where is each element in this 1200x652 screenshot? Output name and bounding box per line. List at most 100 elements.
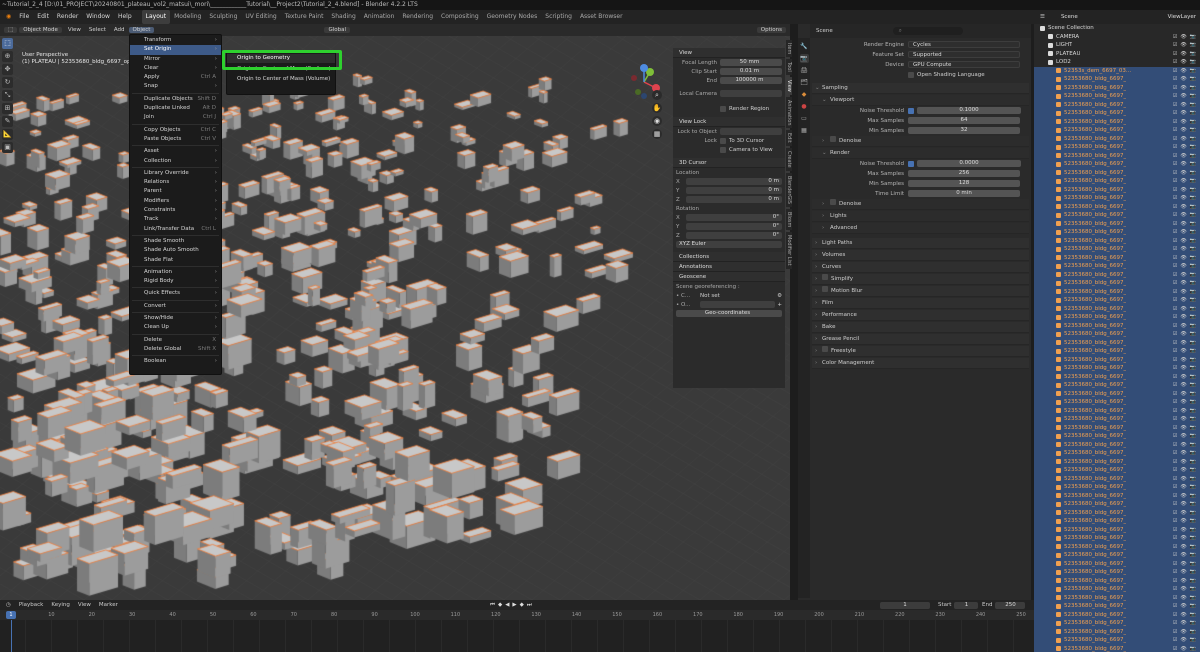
visibility-eye-icon[interactable]: 👁 [1180,425,1186,431]
camera-render-icon[interactable]: 📷 [1190,620,1196,626]
camera-render-icon[interactable]: 📷 [1190,425,1196,431]
outliner-object-row[interactable]: 52353680_bldg_6697_ ☑ 👁 📷 [1034,211,1200,220]
properties-search[interactable]: ⌕ [892,27,963,35]
outliner-object-row[interactable]: 52353680_bldg_6697_ ☑ 👁 📷 [1034,636,1200,645]
scene-tab-icon[interactable]: ◆ [800,90,809,99]
checkbox-icon[interactable]: ☑ [1173,365,1177,371]
viewport-subsection[interactable]: Viewport [812,95,1029,106]
workspace-tab-scripting[interactable]: Scripting [541,10,576,24]
object-menu-item[interactable]: Link/Transfer Data Ctrl L [130,225,221,234]
jump-end-icon[interactable]: ⏭ [527,602,532,609]
camera-view-icon[interactable]: ◉ [652,116,662,126]
visibility-eye-icon[interactable]: 👁 [1180,637,1186,643]
r-denoise-checkbox[interactable] [830,199,836,205]
outliner-object-row[interactable]: 52353680_bldg_6697_ ☑ 👁 📷 [1034,151,1200,160]
object-menu-item[interactable]: Parent › [130,187,221,196]
section-checkbox[interactable] [822,286,828,292]
visibility-eye-icon[interactable]: 👁 [1180,306,1186,312]
camera-render-icon[interactable]: 📷 [1190,136,1196,142]
feature-set-dropdown[interactable]: Supported [908,50,1020,59]
camera-render-icon[interactable]: 📷 [1190,161,1196,167]
menu-help[interactable]: Help [114,10,136,24]
camera-render-icon[interactable]: 📷 [1190,357,1196,363]
visibility-eye-icon[interactable]: 👁 [1180,374,1186,380]
visibility-eye-icon[interactable]: 👁 [1180,102,1186,108]
visibility-eye-icon[interactable]: 👁 [1180,450,1186,456]
visibility-eye-icon[interactable]: 👁 [1180,646,1186,652]
sidebar-tab[interactable]: Animation [786,96,792,129]
grid-view-icon[interactable]: ▦ [652,129,662,139]
jump-start-icon[interactable]: ⏮ [490,602,495,609]
checkbox-icon[interactable]: ☑ [1173,272,1177,278]
visibility-eye-icon[interactable]: 👁 [1180,408,1186,414]
visibility-eye-icon[interactable]: 👁 [1180,603,1186,609]
collection-tab-icon[interactable]: ▭ [800,114,809,123]
checkbox-icon[interactable]: ☑ [1173,76,1177,82]
checkbox-icon[interactable]: ☑ [1173,144,1177,150]
checkbox-icon[interactable]: ☑ [1173,425,1177,431]
camera-render-icon[interactable]: 📷 [1190,110,1196,116]
properties-section[interactable]: Performance [812,310,1029,321]
workspace-tab-texture-paint[interactable]: Texture Paint [281,10,328,24]
checkbox-icon[interactable]: ☑ [1173,578,1177,584]
object-menu-item[interactable]: Duplicate Objects Shift D [130,95,221,104]
sidebar-tab[interactable]: Tool [786,59,792,76]
object-menu-item[interactable]: Clean Up › [130,323,221,332]
camera-render-icon[interactable]: 📷 [1190,314,1196,320]
camera-render-icon[interactable]: 📷 [1190,433,1196,439]
outliner-object-row[interactable]: 52353680_bldg_6697_ ☑ 👁 📷 [1034,602,1200,611]
outliner-object-row[interactable]: 52353680_bldg_6697_ ☑ 👁 📷 [1034,202,1200,211]
checkbox-icon[interactable]: ☑ [1173,340,1177,346]
camera-render-icon[interactable]: 📷 [1190,297,1196,303]
camera-render-icon[interactable]: 📷 [1190,221,1196,227]
checkbox-icon[interactable]: ☑ [1173,476,1177,482]
tl-menu-keying[interactable]: Keying [51,602,69,608]
object-menu-item[interactable]: Shade Flat [130,256,221,265]
rotate-tool-icon[interactable]: ↻ [2,77,13,88]
checkbox-icon[interactable]: ☑ [1173,569,1177,575]
visibility-eye-icon[interactable]: 👁 [1180,42,1186,48]
outliner-object-row[interactable]: 52353680_bldg_6697_ ☑ 👁 📷 [1034,593,1200,602]
visibility-eye-icon[interactable]: 👁 [1180,476,1186,482]
properties-section[interactable]: Simplify [812,274,1029,285]
object-menu-item[interactable]: Rigid Body › [130,277,221,286]
outliner-object-row[interactable]: 52353680_bldg_6697_ ☑ 👁 📷 [1034,432,1200,441]
outliner-object-row[interactable]: 52353680_bldg_6697_ ☑ 👁 📷 [1034,355,1200,364]
checkbox-icon[interactable]: ☑ [1173,450,1177,456]
checkbox-icon[interactable]: ☑ [1173,280,1177,286]
annotations-header[interactable]: Annotations [673,262,785,272]
geo-coords-button[interactable]: Geo-coordinates [676,310,782,317]
outliner-object-row[interactable]: 52353680_bldg_6697_ ☑ 👁 📷 [1034,185,1200,194]
camera-render-icon[interactable]: 📷 [1190,552,1196,558]
camera-render-icon[interactable]: 📷 [1190,306,1196,312]
visibility-eye-icon[interactable]: 👁 [1180,272,1186,278]
device-dropdown[interactable]: GPU Compute [908,60,1020,69]
visibility-eye-icon[interactable]: 👁 [1180,51,1186,57]
rot-field[interactable]: 0° [686,223,782,230]
camera-render-icon[interactable]: 📷 [1190,586,1196,592]
vp-menu-view[interactable]: View [64,27,85,33]
outliner-object-row[interactable]: 52353680_bldg_6697_ ☑ 👁 📷 [1034,389,1200,398]
visibility-eye-icon[interactable]: 👁 [1180,459,1186,465]
loc-field[interactable]: 0 m [686,187,782,194]
workspace-tab-layout[interactable]: Layout [141,10,171,24]
visibility-eye-icon[interactable]: 👁 [1180,195,1186,201]
prev-key-icon[interactable]: ◆ [498,602,502,609]
camera-render-icon[interactable]: 📷 [1190,450,1196,456]
visibility-eye-icon[interactable]: 👁 [1180,204,1186,210]
checkbox-icon[interactable]: ☑ [1173,323,1177,329]
visibility-eye-icon[interactable]: 👁 [1180,586,1186,592]
visibility-eye-icon[interactable]: 👁 [1180,510,1186,516]
object-menu-item[interactable]: Shade Auto Smooth [130,246,221,255]
visibility-eye-icon[interactable]: 👁 [1180,535,1186,541]
city-model-scene[interactable] [0,24,790,600]
to-3d-cursor-checkbox[interactable] [720,137,726,144]
checkbox-icon[interactable]: ☑ [1173,518,1177,524]
visibility-eye-icon[interactable]: 👁 [1180,289,1186,295]
checkbox-icon[interactable]: ☑ [1173,527,1177,533]
visibility-eye-icon[interactable]: 👁 [1180,34,1186,40]
camera-render-icon[interactable]: 📷 [1190,416,1196,422]
visibility-eye-icon[interactable]: 👁 [1180,136,1186,142]
checkbox-icon[interactable]: ☑ [1173,620,1177,626]
object-menu-item[interactable]: Transform › [130,36,221,45]
